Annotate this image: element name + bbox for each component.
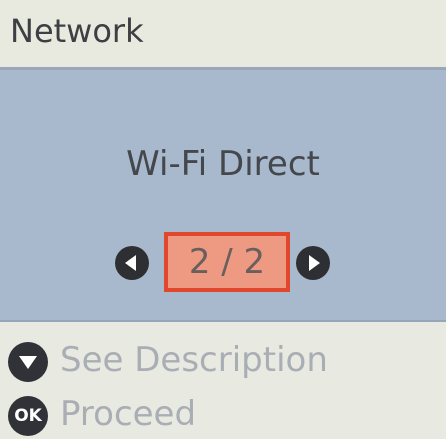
see-description-label: See Description bbox=[60, 340, 328, 380]
ok-button-icon: OK bbox=[8, 396, 48, 436]
header-bar: Network bbox=[0, 0, 446, 70]
page-indicator: 2 / 2 bbox=[164, 232, 290, 292]
selection-panel: Wi-Fi Direct 2 / 2 bbox=[0, 70, 446, 322]
next-page-button[interactable] bbox=[296, 246, 330, 280]
ok-icon-text: OK bbox=[14, 406, 42, 426]
printer-lcd-screen: Network Wi-Fi Direct 2 / 2 See Descripti… bbox=[0, 0, 446, 439]
proceed-label: Proceed bbox=[60, 394, 197, 434]
previous-page-button[interactable] bbox=[115, 246, 149, 280]
down-arrow-icon bbox=[8, 342, 48, 382]
right-arrow-icon bbox=[309, 255, 320, 271]
pager: 2 / 2 bbox=[0, 232, 446, 294]
button-guide: See Description OK Proceed bbox=[0, 322, 446, 439]
left-arrow-icon bbox=[125, 255, 136, 271]
option-title: Wi-Fi Direct bbox=[126, 144, 320, 184]
page-title: Network bbox=[10, 12, 144, 50]
